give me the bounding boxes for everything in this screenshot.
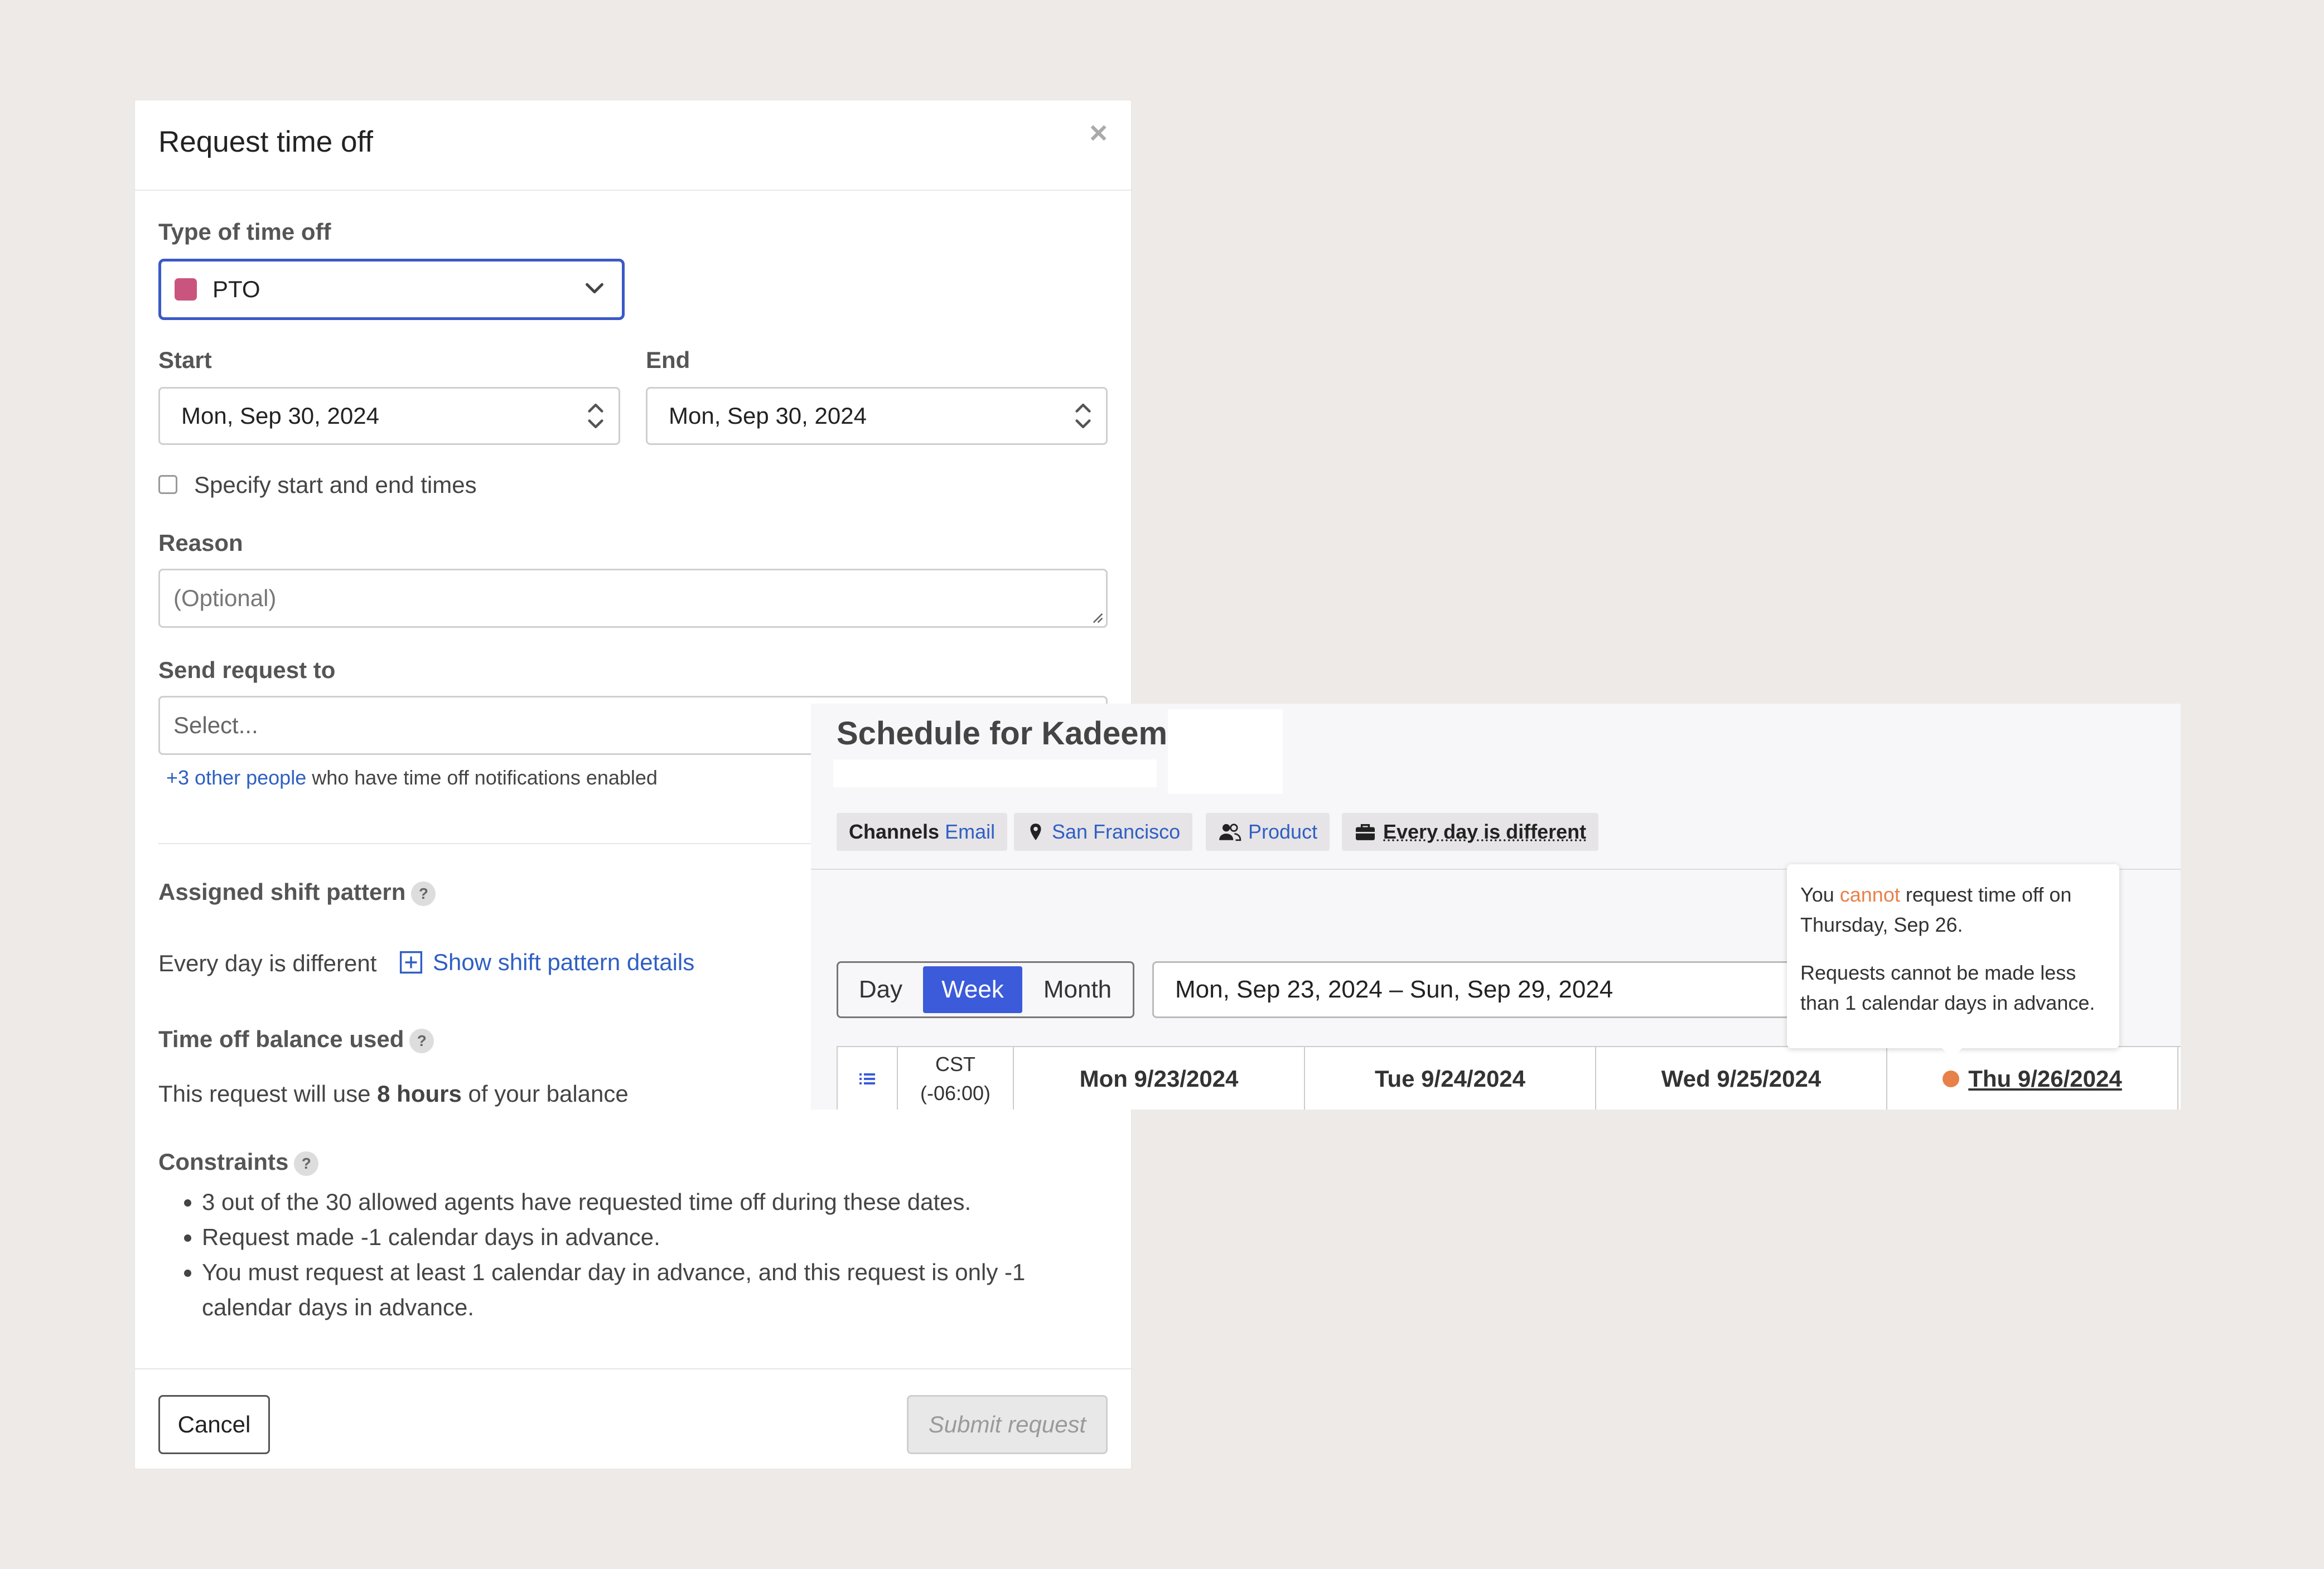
constraints-list: 3 out of the 30 allowed agents have requ…	[183, 1184, 1117, 1325]
constraints-label: Constraints	[158, 1149, 289, 1175]
expand-plus-icon	[399, 951, 423, 974]
pto-color-swatch	[175, 278, 197, 301]
location-chip[interactable]: San Francisco	[1014, 813, 1193, 851]
type-of-time-off-label: Type of time off	[158, 219, 331, 245]
specify-times-label: Specify start and end times	[194, 472, 477, 498]
view-toggle: Day Week Month	[837, 961, 1134, 1018]
list-item: You must request at least 1 calendar day…	[202, 1255, 1117, 1325]
timezone-offset: (-06:00)	[920, 1082, 991, 1105]
notification-note-text: who have time off notifications enabled	[306, 766, 658, 789]
specify-times-checkbox[interactable]	[158, 475, 177, 494]
start-date-field[interactable]: Mon, Sep 30, 2024	[158, 387, 620, 445]
shift-pattern-value: Every day is different	[158, 950, 377, 976]
start-label: Start	[158, 347, 212, 373]
view-week-button[interactable]: Week	[923, 966, 1022, 1013]
balance-suffix: of your balance	[461, 1081, 629, 1107]
reason-label: Reason	[158, 530, 243, 556]
time-off-type-value: PTO	[212, 276, 260, 302]
shift-pattern-chip-value: Every day is different	[1383, 820, 1587, 843]
timezone-abbr: CST	[935, 1053, 975, 1076]
modal-title: Request time off	[158, 125, 373, 158]
constraints-heading: Constraints?	[158, 1149, 319, 1176]
tooltip-line-2: Requests cannot be made less than 1 cale…	[1800, 961, 2095, 1014]
channels-chip: Channels Email	[837, 813, 1008, 851]
assigned-shift-pattern-heading: Assigned shift pattern?	[158, 879, 436, 906]
updown-icon	[588, 403, 603, 429]
blank-area	[1168, 709, 1283, 794]
channels-label: Channels	[849, 820, 940, 843]
week-grid-header: CST (-06:00) Mon 9/23/2024 Tue 9/24/2024…	[837, 1046, 2181, 1110]
blank-area	[833, 759, 1157, 787]
updown-icon	[1075, 403, 1091, 429]
schedule-title: Schedule for Kadeem	[837, 715, 1168, 752]
reason-input[interactable]: (Optional)	[158, 569, 1108, 628]
help-icon[interactable]: ?	[294, 1151, 319, 1176]
day-header-tue[interactable]: Tue 9/24/2024	[1305, 1047, 1596, 1110]
date-range-field[interactable]: Mon, Sep 23, 2024 – Sun, Sep 29, 2024	[1152, 961, 1877, 1018]
send-request-to-label: Send request to	[158, 657, 336, 683]
list-icon	[859, 1073, 875, 1084]
day-header-wed[interactable]: Wed 9/25/2024	[1596, 1047, 1887, 1110]
location-pin-icon	[1030, 824, 1041, 840]
team-value: Product	[1248, 820, 1318, 843]
warning-dot-icon	[1943, 1071, 1960, 1087]
shift-pattern-chip[interactable]: Every day is different	[1342, 813, 1599, 851]
chevron-down-icon	[586, 283, 603, 294]
channels-value[interactable]: Email	[945, 820, 995, 844]
help-icon[interactable]: ?	[409, 1028, 434, 1053]
tooltip-prefix: You	[1800, 883, 1840, 906]
briefcase-icon	[1356, 824, 1375, 840]
tooltip-line-1: You cannot request time off on Thursday,…	[1800, 880, 2106, 940]
submit-request-button[interactable]: Submit request	[907, 1395, 1108, 1454]
end-date-field[interactable]: Mon, Sep 30, 2024	[646, 387, 1108, 445]
day-header-thu[interactable]: Thu 9/26/2024	[1887, 1047, 2178, 1110]
reason-placeholder: (Optional)	[173, 585, 277, 611]
location-value: San Francisco	[1052, 820, 1181, 843]
balance-amount: 8 hours	[377, 1081, 462, 1107]
tooltip-arrow	[1941, 1047, 1963, 1058]
start-date-value: Mon, Sep 30, 2024	[181, 403, 379, 429]
list-item: Request made -1 calendar days in advance…	[202, 1219, 1117, 1255]
time-off-balance-label: Time off balance used	[158, 1026, 404, 1052]
balance-text: This request will use 8 hours of your ba…	[158, 1081, 629, 1107]
list-item: 3 out of the 30 allowed agents have requ…	[202, 1184, 1117, 1219]
view-month-button[interactable]: Month	[1022, 963, 1133, 1016]
list-view-button[interactable]	[838, 1047, 898, 1110]
team-chip[interactable]: Product	[1206, 813, 1330, 851]
cannot-request-tooltip: You cannot request time off on Thursday,…	[1787, 864, 2119, 1048]
modal-header: Request time off ×	[135, 100, 1131, 191]
notification-note: +3 other people who have time off notifi…	[166, 766, 658, 790]
show-shift-pattern-details-link[interactable]: Show shift pattern details	[399, 949, 694, 976]
cancel-button[interactable]: Cancel	[158, 1395, 270, 1454]
send-request-to-placeholder: Select...	[173, 712, 258, 738]
time-off-balance-heading: Time off balance used?	[158, 1026, 434, 1053]
footer-divider	[135, 1368, 1131, 1369]
day-header-mon[interactable]: Mon 9/23/2024	[1014, 1047, 1305, 1110]
day-header-thu-label: Thu 9/26/2024	[1968, 1066, 2122, 1092]
help-icon[interactable]: ?	[411, 881, 436, 906]
end-label: End	[646, 347, 690, 373]
end-date-value: Mon, Sep 30, 2024	[669, 403, 867, 429]
resize-handle-icon[interactable]	[1089, 609, 1104, 624]
users-icon	[1219, 824, 1241, 841]
time-off-type-select[interactable]: PTO	[158, 259, 625, 320]
tooltip-highlight: cannot	[1839, 883, 1900, 906]
other-people-link[interactable]: +3 other people	[166, 766, 306, 789]
close-icon[interactable]: ×	[1089, 117, 1108, 148]
assigned-shift-pattern-label: Assigned shift pattern	[158, 879, 406, 905]
timezone-cell: CST (-06:00)	[898, 1047, 1014, 1110]
view-day-button[interactable]: Day	[838, 963, 923, 1016]
show-shift-pattern-details-label: Show shift pattern details	[433, 949, 695, 975]
balance-prefix: This request will use	[158, 1081, 378, 1107]
